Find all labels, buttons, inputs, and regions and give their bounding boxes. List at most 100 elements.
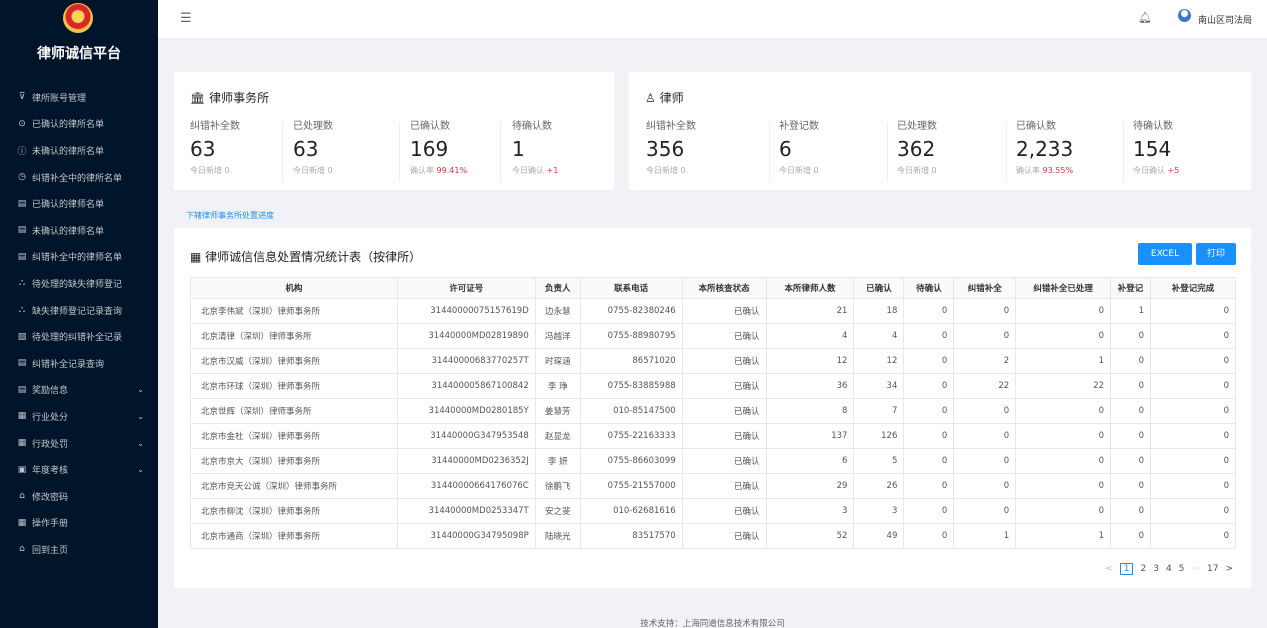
stat-sub: 今日新增 0	[190, 165, 240, 176]
print-button[interactable]: 打印	[1196, 243, 1236, 265]
column-header[interactable]: 许可证号	[396, 277, 536, 299]
sidebar-item[interactable]: ▤ 纠错补全记录查询	[0, 350, 158, 377]
avatar[interactable]	[1178, 9, 1191, 22]
sidebar-item[interactable]: ▣ 年度考核 ⌄	[0, 456, 158, 483]
sidebar-item-label: 未确认的律所名单	[32, 146, 105, 157]
lawyer-card-title: ♙ 律师	[645, 91, 684, 105]
stat-sub: 今日新增 0	[897, 165, 937, 176]
column-header[interactable]: 补登记完成	[1150, 277, 1236, 299]
sidebar-item[interactable]: ⌂ 回到主页	[0, 536, 158, 563]
table-row[interactable]: 北京市金杜（深圳）律师事务所 31440000G347953548 赵显龙 0755-…	[190, 423, 1236, 449]
table-row[interactable]: 北京市京大（深圳）律师事务所 31440000MD0236352J 李 妍 0755-…	[190, 448, 1236, 474]
table-cell: 0	[1015, 498, 1112, 524]
column-header[interactable]: 机构	[190, 277, 398, 299]
sidebar-item[interactable]: ▤ 未确认的律师名单	[0, 217, 158, 244]
sidebar-item-label: 行政处罚	[32, 439, 69, 450]
menu-icon: ⓘ	[17, 146, 27, 157]
page-number[interactable]: 5	[1179, 564, 1185, 574]
table-row[interactable]: 北京市汉威（深圳）律师事务所 31440000683770257T 时琛涵 86571…	[190, 348, 1236, 374]
stat-sub-text: 今日新增 0	[646, 166, 686, 175]
sidebar-item[interactable]: ▤ 已确认的律师名单	[0, 190, 158, 217]
stat-label: 补登记数	[779, 121, 819, 132]
stat-sub-text: 确认率	[1016, 166, 1043, 175]
stat-label: 纠错补全数	[190, 121, 240, 132]
divider	[769, 122, 770, 182]
divider	[282, 122, 283, 182]
table-cell: 陆晓光	[534, 523, 581, 549]
table-row[interactable]: 北京市柳沈（深圳）律师事务所 31440000MD0253347T 安之斐 010-6…	[190, 498, 1236, 524]
table-row[interactable]: 北京市环球（深圳）律师事务所 314400005867100842 李 琤 0755-…	[190, 373, 1236, 399]
sidebar-item[interactable]: ⓘ 未确认的律所名单	[0, 137, 158, 164]
menu-icon: ⊙	[18, 118, 26, 129]
sidebar-item-label: 待处理的缺失律师登记	[32, 279, 123, 290]
menu-icon: ⛬	[18, 278, 26, 289]
firm-stats-table: 机构 许可证号 负责人 联系电话 本所核查状态 本所律师人数 已确认 待确认 纠错补全 纠错补全已…	[190, 277, 1236, 549]
table-cell: 314400005867100842	[396, 373, 536, 399]
column-header[interactable]: 联系电话	[579, 277, 683, 299]
sidebar-item[interactable]: ▧ 待处理的纠错补全记录	[0, 323, 158, 350]
stat-value: 6	[779, 137, 792, 161]
firm-progress-link[interactable]: 下辖律师事务所处置进度	[186, 210, 274, 221]
column-header[interactable]: 本所核查状态	[681, 277, 767, 299]
sidebar-item-label: 操作手册	[32, 519, 69, 530]
table-cell: 0	[953, 398, 1017, 424]
column-header[interactable]: 待确认	[903, 277, 955, 299]
sidebar-item[interactable]: ⊽ 律所账号管理	[0, 84, 158, 111]
table-cell: 0	[953, 298, 1017, 324]
sidebar-item-label: 已确认的律所名单	[32, 120, 105, 131]
sidebar-item[interactable]: ◷ 纠错补全中的律所名单	[0, 164, 158, 191]
table-row[interactable]: 北京世辉（深圳）律师事务所 31440000MD0280185Y 姜慧芳 010-85…	[190, 398, 1236, 424]
page-number[interactable]: 3	[1153, 564, 1159, 574]
menu-icon: ⌂	[19, 491, 25, 502]
stat-sub: 今日新增 0	[646, 165, 696, 176]
table-cell: 已确认	[681, 373, 767, 399]
sidebar-item[interactable]: ▦ 行业处分 ⌄	[0, 403, 158, 430]
prev-page-button[interactable]: <	[1105, 564, 1113, 574]
sidebar-item[interactable]: ▦ 操作手册	[0, 510, 158, 537]
table-cell: 34	[853, 373, 905, 399]
table-cell: 31440000664176076C	[396, 473, 536, 499]
table-cell: 0	[1150, 373, 1236, 399]
sidebar-item[interactable]: ▦ 行政处罚 ⌄	[0, 430, 158, 457]
page-number[interactable]: 17	[1207, 564, 1218, 574]
bell-icon[interactable]: 🔔︎	[1138, 11, 1152, 24]
table-cell: 0	[953, 448, 1017, 474]
column-header[interactable]: 本所律师人数	[765, 277, 855, 299]
next-page-button[interactable]: >	[1225, 564, 1233, 574]
page-number[interactable]: 1	[1119, 563, 1134, 575]
column-header[interactable]: 纠错补全	[953, 277, 1017, 299]
column-header[interactable]: 负责人	[534, 277, 581, 299]
table-cell: 北京世辉（深圳）律师事务所	[190, 398, 398, 424]
table-row[interactable]: 北京市竞天公诚（深圳）律师事务所 31440000664176076C 徐鹏飞 075…	[190, 473, 1236, 499]
sidebar-item[interactable]: ⌂ 修改密码	[0, 483, 158, 510]
excel-export-button[interactable]: EXCEL	[1138, 243, 1192, 265]
stat-label: 已确认数	[410, 121, 450, 132]
menu-fold-icon[interactable]: ☰	[180, 11, 192, 26]
page-ellipsis[interactable]: ···	[1191, 564, 1200, 574]
table-cell: 0	[1110, 423, 1152, 449]
sidebar-item[interactable]: ⛬ 缺失律师登记记录查询	[0, 297, 158, 324]
stat-block: 纠错补全数 356 今日新增 0	[646, 117, 696, 176]
table-cell: 31440000MD0236352J	[396, 448, 536, 474]
column-header[interactable]: 纠错补全已处理	[1015, 277, 1112, 299]
page-number[interactable]: 2	[1140, 564, 1146, 574]
stat-sub: 今日确认 +1	[512, 165, 558, 176]
table-cell: 4	[765, 323, 855, 349]
column-header[interactable]: 补登记	[1110, 277, 1152, 299]
sidebar-item[interactable]: ▤ 纠错补全中的律师名单	[0, 244, 158, 271]
sidebar-item-label: 缺失律师登记记录查询	[32, 306, 123, 317]
sidebar-item[interactable]: ▤ 奖励信息 ⌄	[0, 377, 158, 404]
sidebar-item[interactable]: ⊙ 已确认的律所名单	[0, 111, 158, 138]
column-header[interactable]: 已确认	[853, 277, 905, 299]
menu-icon: ▦	[17, 411, 27, 422]
table-row[interactable]: 北京市通商（深圳）律师事务所 31440000G34795098P 陆晓光 83517…	[190, 523, 1236, 549]
stat-value: 356	[646, 137, 685, 161]
stat-block: 已确认数 2,233 确认率 93.55%	[1016, 117, 1073, 176]
user-name[interactable]: 南山区司法局	[1198, 13, 1252, 26]
table-cell: 已确认	[681, 323, 767, 349]
page-number[interactable]: 4	[1166, 564, 1172, 574]
table-row[interactable]: 北京清律（深圳）律师事务所 31440000MD02819890 冯越洋 0755-8…	[190, 323, 1236, 349]
sidebar-item[interactable]: ⛬ 待处理的缺失律师登记	[0, 270, 158, 297]
table-row[interactable]: 北京李伟斌（深圳）律师事务所 31440000075157619D 边永慧 0755-…	[190, 298, 1236, 324]
stat-sub: 确认率 99.41%	[410, 165, 467, 176]
